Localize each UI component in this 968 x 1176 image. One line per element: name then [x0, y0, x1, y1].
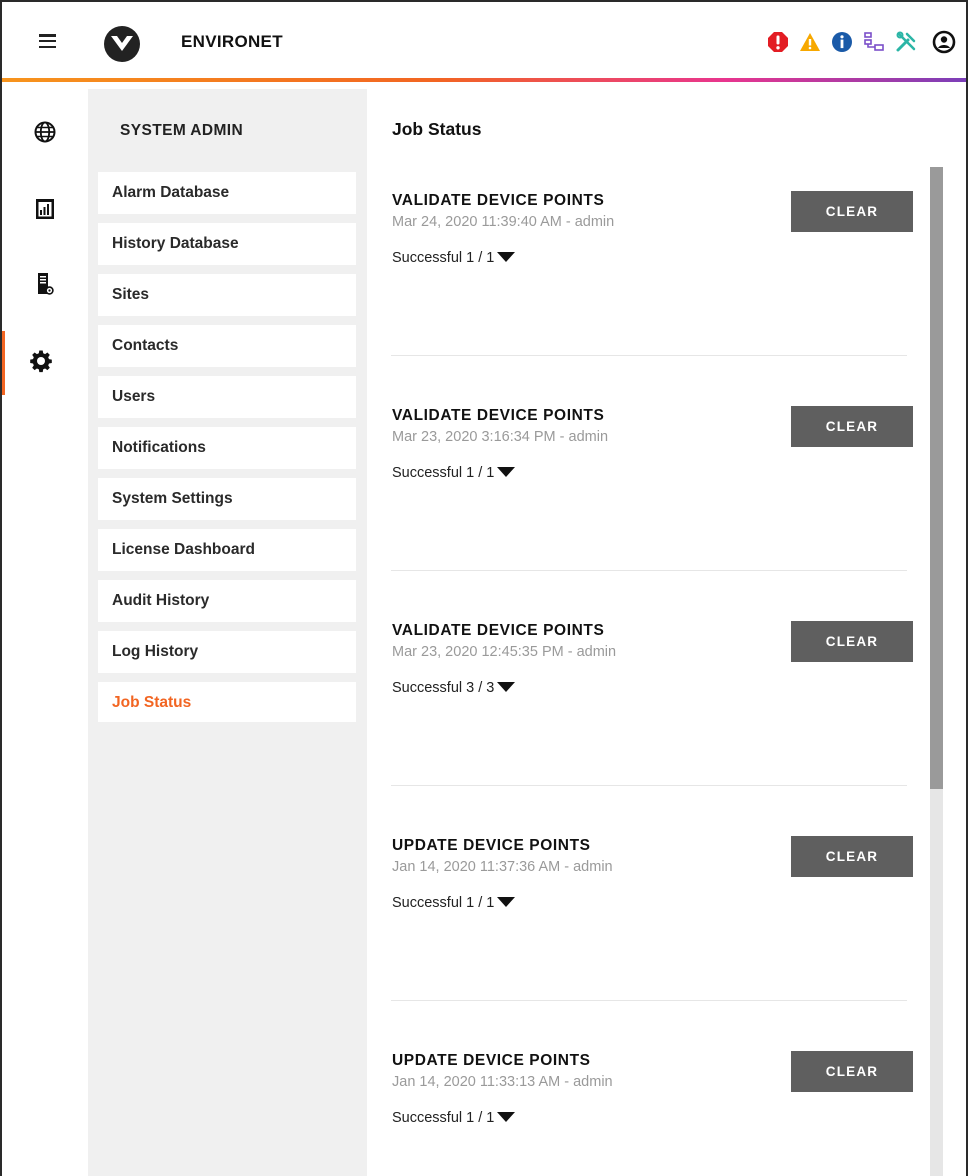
clear-button[interactable]: CLEAR [791, 406, 913, 447]
job-card: VALIDATE DEVICE POINTS Mar 23, 2020 12:4… [391, 571, 913, 786]
scrollbar-thumb[interactable] [930, 167, 943, 789]
subnav-item-history-database[interactable]: History Database [98, 223, 356, 265]
rail-item-settings[interactable] [2, 331, 88, 395]
globe-icon [34, 121, 56, 148]
devices-icon [36, 272, 54, 301]
expand-caret-icon[interactable] [497, 682, 516, 692]
subnav-item-audit-history[interactable]: Audit History [98, 580, 356, 622]
vertiv-logo [102, 24, 142, 64]
job-card: UPDATE DEVICE POINTS Jan 14, 2020 11:37:… [391, 786, 913, 1001]
job-card: UPDATE DEVICE POINTS Jan 14, 2020 11:33:… [391, 1001, 913, 1176]
info-icon[interactable] [830, 30, 854, 54]
user-account-icon[interactable] [932, 30, 956, 54]
app-window: ENVIRONET SYSTEM ADMIN Alarm Database Hi… [0, 0, 968, 1176]
job-status: Successful 1 / 1 [392, 250, 907, 266]
job-card: VALIDATE DEVICE POINTS Mar 23, 2020 3:16… [391, 356, 913, 571]
subnav-item-notifications[interactable]: Notifications [98, 427, 356, 469]
clear-button[interactable]: CLEAR [791, 1051, 913, 1092]
app-brand: ENVIRONET [181, 32, 283, 51]
job-status-text: Successful 3 / 3 [392, 680, 495, 696]
expand-caret-icon[interactable] [497, 897, 516, 907]
subnav-item-license-dashboard[interactable]: License Dashboard [98, 529, 356, 571]
job-list: VALIDATE DEVICE POINTS Mar 24, 2020 11:3… [391, 164, 913, 1176]
rail-item-globe[interactable] [2, 102, 88, 166]
tools-icon[interactable] [894, 30, 918, 54]
job-status-panel: Job Status VALIDATE DEVICE POINTS Mar 24… [367, 82, 966, 1176]
expand-caret-icon[interactable] [497, 467, 516, 477]
critical-alarm-icon[interactable] [766, 30, 790, 54]
job-status: Successful 1 / 1 [392, 465, 907, 481]
system-admin-nav: SYSTEM ADMIN Alarm Database History Data… [88, 89, 367, 1176]
subnav-title: SYSTEM ADMIN [120, 122, 244, 139]
top-header: ENVIRONET [2, 2, 966, 80]
subnav-item-log-history[interactable]: Log History [98, 631, 356, 673]
job-status-text: Successful 1 / 1 [392, 465, 495, 481]
rail-item-devices[interactable] [2, 254, 88, 318]
subnav-list: Alarm Database History Database Sites Co… [98, 172, 356, 731]
subnav-item-job-status[interactable]: Job Status [98, 682, 356, 722]
page-title: Job Status [392, 119, 482, 139]
subnav-item-users[interactable]: Users [98, 376, 356, 418]
job-status: Successful 1 / 1 [392, 895, 907, 911]
clear-button[interactable]: CLEAR [791, 836, 913, 877]
job-status-text: Successful 1 / 1 [392, 895, 495, 911]
menu-icon[interactable] [39, 34, 56, 49]
gear-icon [29, 349, 53, 378]
subnav-item-sites[interactable]: Sites [98, 274, 356, 316]
rail-item-reports[interactable] [2, 179, 88, 243]
expand-caret-icon[interactable] [497, 1112, 516, 1122]
subnav-item-contacts[interactable]: Contacts [98, 325, 356, 367]
warning-icon[interactable] [798, 30, 822, 54]
clear-button[interactable]: CLEAR [791, 191, 913, 232]
subnav-item-system-settings[interactable]: System Settings [98, 478, 356, 520]
vertical-scrollbar[interactable] [930, 167, 943, 1176]
reports-icon [35, 198, 55, 225]
clear-button[interactable]: CLEAR [791, 621, 913, 662]
job-status: Successful 3 / 3 [392, 680, 907, 696]
expand-caret-icon[interactable] [497, 252, 516, 262]
header-icon-bar [758, 28, 956, 56]
left-rail [2, 82, 88, 1176]
job-status: Successful 1 / 1 [392, 1110, 907, 1126]
subnav-item-alarm-database[interactable]: Alarm Database [98, 172, 356, 214]
job-card: VALIDATE DEVICE POINTS Mar 24, 2020 11:3… [391, 164, 913, 356]
job-status-text: Successful 1 / 1 [392, 1110, 495, 1126]
job-status-text: Successful 1 / 1 [392, 250, 495, 266]
network-icon[interactable] [862, 30, 886, 54]
